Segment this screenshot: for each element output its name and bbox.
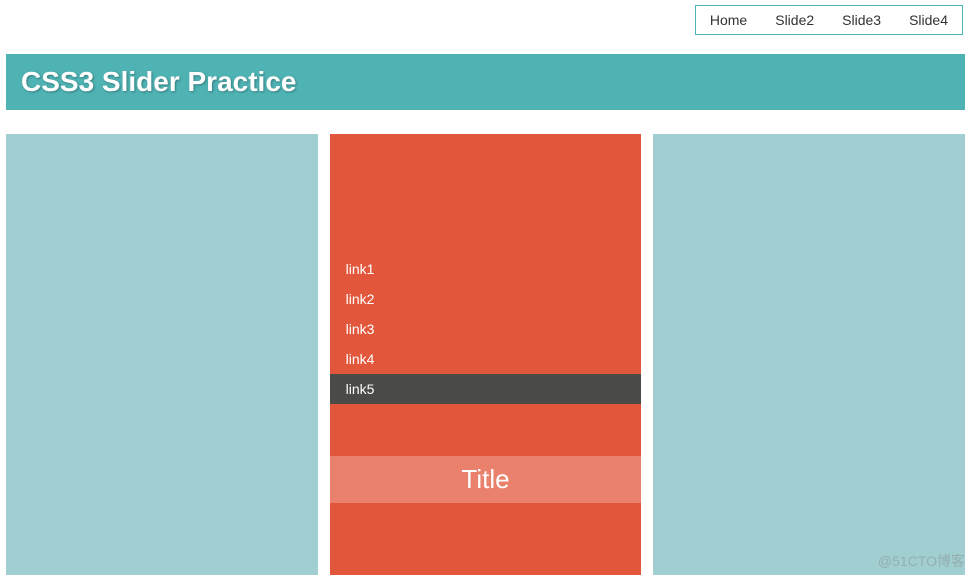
top-nav: Home Slide2 Slide3 Slide4 xyxy=(695,5,963,35)
slide-center-active[interactable]: link1 link2 link3 link4 link5 Title xyxy=(330,134,642,575)
nav-slide3[interactable]: Slide3 xyxy=(828,6,895,34)
slide-title-band: Title xyxy=(330,456,642,503)
link-item[interactable]: link1 xyxy=(330,254,642,284)
nav-slide4[interactable]: Slide4 xyxy=(895,6,962,34)
page-title: CSS3 Slider Practice xyxy=(21,66,950,98)
slides-container: link1 link2 link3 link4 link5 Title xyxy=(6,126,965,575)
slide-right[interactable] xyxy=(653,134,965,575)
watermark: @51CTO博客 xyxy=(878,551,965,571)
link-item-highlighted[interactable]: link5 xyxy=(330,374,642,404)
nav-slide2[interactable]: Slide2 xyxy=(761,6,828,34)
page-header: CSS3 Slider Practice xyxy=(6,54,965,110)
nav-home[interactable]: Home xyxy=(696,6,761,34)
slide-left[interactable] xyxy=(6,134,318,575)
slide-links: link1 link2 link3 link4 link5 xyxy=(330,254,642,404)
link-item[interactable]: link3 xyxy=(330,314,642,344)
link-item[interactable]: link2 xyxy=(330,284,642,314)
link-item[interactable]: link4 xyxy=(330,344,642,374)
